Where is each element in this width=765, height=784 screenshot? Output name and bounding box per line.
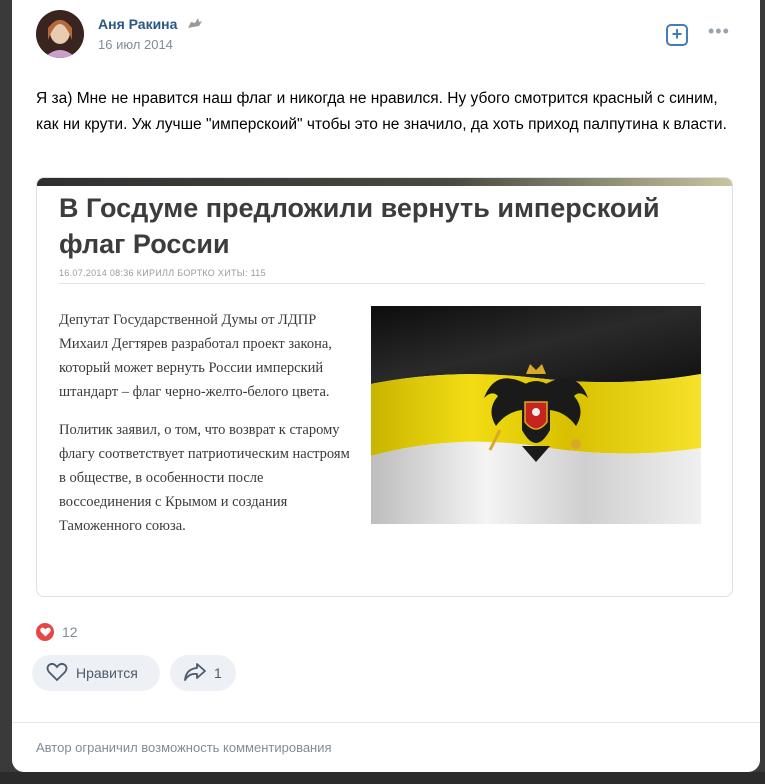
author-name[interactable]: Аня Ракина — [98, 16, 203, 32]
author-avatar[interactable] — [36, 10, 84, 58]
next-post-edge — [0, 772, 765, 784]
heart-icon — [46, 662, 68, 685]
plus-square-icon[interactable]: + — [666, 24, 688, 46]
post-card: Аня Ракина 16 июл 2014 + ••• Я за) Мне н… — [12, 0, 760, 772]
footer-divider — [12, 722, 760, 723]
share-icon — [184, 662, 206, 685]
like-button[interactable]: Нравится — [32, 655, 160, 691]
article-header-bar — [37, 178, 732, 186]
more-horizontal-icon[interactable]: ••• — [708, 22, 732, 44]
heart-icon — [36, 623, 54, 641]
likes-summary[interactable]: 12 — [36, 622, 78, 642]
wolf-icon — [187, 17, 203, 32]
article-screenshot[interactable]: В Госдуме предложили вернуть имперскоий … — [36, 177, 733, 597]
comments-restricted-note: Автор ограничил возможность комментирова… — [36, 740, 332, 755]
article-title: В Госдуме предложили вернуть имперскоий … — [59, 193, 660, 259]
article-meta: 16.07.2014 08:36 КИРИЛЛ БОРТКО ХИТЫ: 115 — [59, 268, 266, 278]
post-date[interactable]: 16 июл 2014 — [98, 37, 173, 52]
article-divider — [59, 283, 705, 284]
like-button-label: Нравится — [76, 665, 138, 681]
article-body: Депутат Государственной Думы от ЛДПР Мих… — [59, 308, 359, 538]
likes-count[interactable]: 12 — [62, 624, 78, 640]
post-text: Я за) Мне не нравится наш флаг и никогда… — [36, 90, 727, 133]
author-name-text[interactable]: Аня Ракина — [98, 16, 177, 32]
article-paragraph-1: Депутат Государственной Думы от ЛДПР Мих… — [59, 312, 332, 400]
share-count: 1 — [214, 665, 222, 681]
article-paragraph-2: Политик заявил, о том, что возврат к ста… — [59, 422, 350, 534]
share-button[interactable]: 1 — [170, 655, 236, 691]
imperial-flag-image — [371, 306, 701, 524]
